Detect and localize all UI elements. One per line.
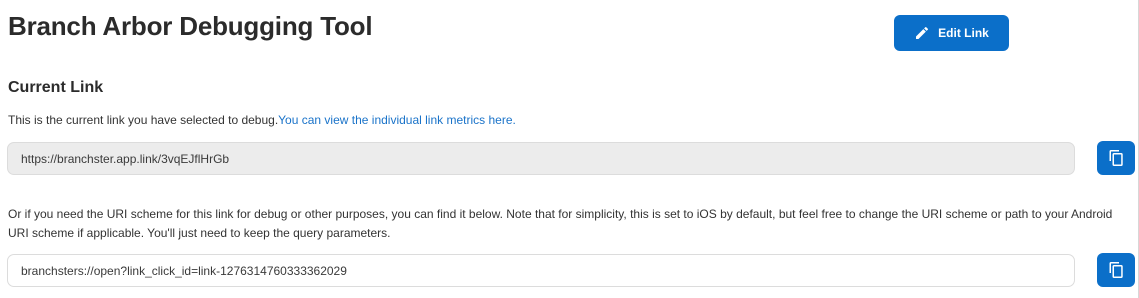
- copy-current-link-button[interactable]: [1097, 141, 1135, 175]
- page-title: Branch Arbor Debugging Tool: [8, 11, 373, 41]
- copy-icon: [1109, 150, 1123, 166]
- uri-scheme-description: Or if you need the URI scheme for this l…: [8, 207, 1113, 240]
- edit-link-button[interactable]: Edit Link: [894, 15, 1009, 51]
- pencil-icon: [914, 25, 930, 41]
- current-link-url-field[interactable]: https://branchster.app.link/3vqEJflHrGb: [7, 142, 1075, 175]
- debug-tool-page: Branch Arbor Debugging Tool Edit Link Cu…: [0, 0, 1139, 298]
- copy-uri-scheme-button[interactable]: [1097, 253, 1135, 287]
- edit-link-label: Edit Link: [938, 26, 989, 40]
- current-link-description-text: This is the current link you have select…: [8, 113, 279, 127]
- current-link-heading: Current Link: [8, 79, 104, 96]
- copy-icon: [1109, 262, 1123, 278]
- uri-scheme-field[interactable]: branchsters://open?link_click_id=link-12…: [7, 254, 1075, 287]
- current-link-description: This is the current link you have select…: [8, 113, 516, 127]
- link-metrics-link[interactable]: You can view the individual link metrics…: [278, 113, 516, 127]
